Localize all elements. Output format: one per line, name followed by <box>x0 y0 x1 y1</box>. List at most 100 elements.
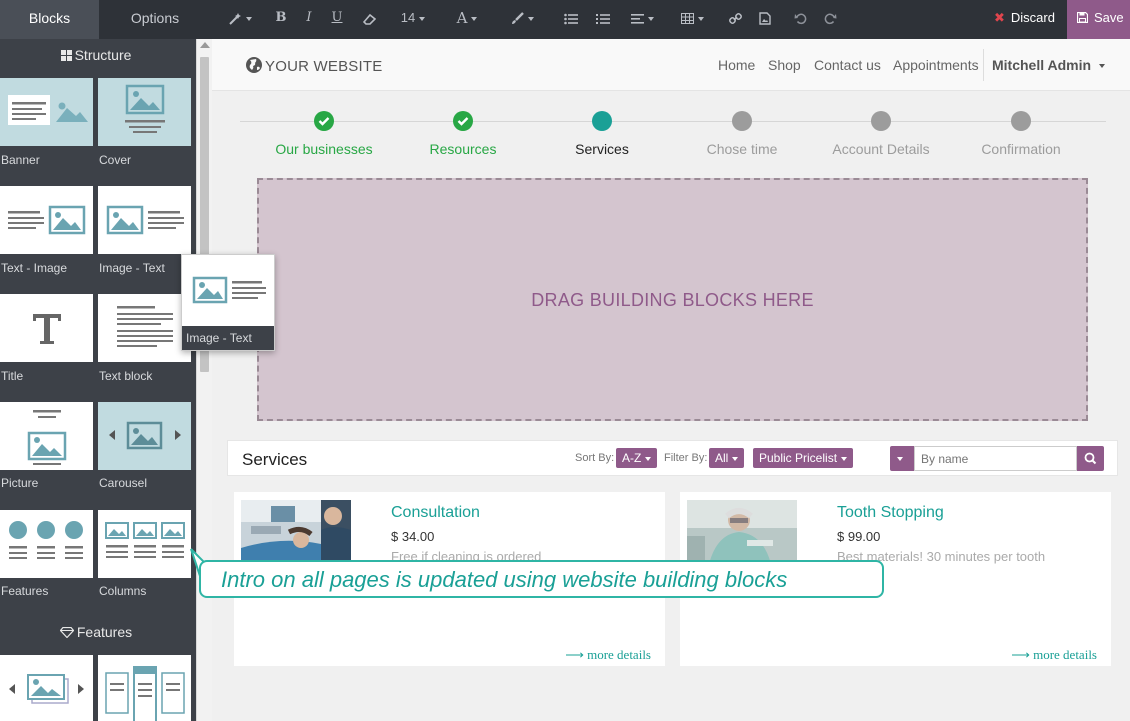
block-text-image[interactable] <box>0 186 93 254</box>
image-button[interactable] <box>756 8 774 28</box>
step-confirmation-label: Confirmation <box>981 141 1061 157</box>
snippet-panel-scrollbar[interactable] <box>196 39 212 721</box>
banner-thumbnail-icon <box>8 95 88 125</box>
block-text-block-label: Text block <box>99 369 153 383</box>
cover-thumbnail-icon <box>125 84 165 133</box>
magic-wand-button[interactable] <box>226 8 254 28</box>
block-columns-label: Columns <box>99 584 147 598</box>
numbered-list-button[interactable] <box>594 8 612 28</box>
bullet-list-button[interactable] <box>562 8 580 28</box>
tab-options[interactable]: Options <box>99 0 211 39</box>
table-dropdown[interactable] <box>676 8 708 28</box>
pricelist-dropdown[interactable]: Public Pricelist <box>753 448 854 468</box>
step-chose-time-dot <box>732 111 752 131</box>
block-picture-label: Picture <box>1 476 39 490</box>
nav-shop[interactable]: Shop <box>768 57 801 73</box>
step-account-details-label: Account Details <box>832 141 930 157</box>
block-image-text-label: Image - Text <box>99 261 165 275</box>
bold-button[interactable]: B <box>272 8 290 28</box>
block-title-label: Title <box>1 369 24 383</box>
search-icon <box>1084 452 1097 465</box>
step-resources-label[interactable]: Resources <box>383 141 543 157</box>
block-cover-label: Cover <box>99 153 132 167</box>
undo-button[interactable] <box>791 8 809 28</box>
service-image-tooth-stopping[interactable] <box>687 500 797 564</box>
picture-thumbnail-icon <box>27 410 67 465</box>
nav-contact-us[interactable]: Contact us <box>814 57 881 73</box>
title-thumbnail-icon <box>33 314 61 344</box>
more-details-link-tooth-stopping[interactable]: ⟶ more details <box>1011 647 1097 663</box>
nav-appointments[interactable]: Appointments <box>893 57 979 73</box>
step-our-businesses-dot[interactable] <box>314 111 334 131</box>
user-menu[interactable]: Mitchell Admin <box>992 57 1106 73</box>
columns-thumbnail-icon <box>105 522 185 558</box>
dentist-photo-icon <box>687 500 797 564</box>
block-features[interactable] <box>0 510 93 578</box>
scroll-up-arrow-icon[interactable] <box>200 42 210 48</box>
block-banner[interactable] <box>0 78 93 146</box>
block-text-image-label: Text - Image <box>1 261 68 275</box>
annotation-callout: Intro on all pages is updated using webs… <box>199 560 884 598</box>
save-button[interactable]: Save <box>1067 0 1130 39</box>
dentist-photo-icon <box>241 500 351 564</box>
website-logo[interactable]: YOUR WEBSITE <box>245 56 382 75</box>
snippet-panel: Structure Banner Cover Text - Image Imag… <box>0 39 212 721</box>
underline-button[interactable]: U <box>328 8 346 28</box>
grid-icon <box>60 50 72 61</box>
tab-blocks[interactable]: Blocks <box>0 0 99 39</box>
structure-section-title: Structure <box>0 47 192 63</box>
step-confirmation-dot <box>1011 111 1031 131</box>
block-cover[interactable] <box>98 78 191 146</box>
undo-icon <box>794 13 806 25</box>
dragging-block-image-text[interactable]: Image - Text <box>181 254 275 351</box>
dragging-block-label: Image - Text <box>182 326 274 350</box>
font-size-dropdown[interactable]: 14 <box>396 8 430 28</box>
font-color-button[interactable]: A <box>452 8 482 28</box>
arrow-right-icon: ⟶ <box>565 647 584 662</box>
step-our-businesses-label[interactable]: Our businesses <box>244 141 404 157</box>
paragraph-align-dropdown[interactable] <box>626 8 658 28</box>
comparisons-thumbnail-icon <box>105 666 185 721</box>
block-carousel[interactable] <box>98 402 191 470</box>
search-button[interactable] <box>1077 446 1104 471</box>
link-button[interactable] <box>726 8 744 28</box>
italic-button[interactable]: I <box>300 8 318 28</box>
check-icon <box>457 117 469 126</box>
steps-progress-line <box>240 121 1106 122</box>
step-resources-dot[interactable] <box>453 111 473 131</box>
align-left-icon <box>630 13 644 24</box>
highlight-color-button[interactable] <box>506 8 538 28</box>
block-text-block[interactable] <box>98 294 191 362</box>
table-icon <box>680 13 694 25</box>
arrow-right-icon: ⟶ <box>1011 647 1030 662</box>
block-image-gallery[interactable] <box>0 655 93 721</box>
filter-by-dropdown[interactable]: All <box>709 448 745 468</box>
block-title[interactable] <box>0 294 93 362</box>
block-columns[interactable] <box>98 510 191 578</box>
nav-home[interactable]: Home <box>718 57 755 73</box>
block-picture[interactable] <box>0 402 93 470</box>
services-toolbar: Services Sort By: A-Z Filter By: All Pub… <box>227 440 1118 476</box>
eraser-button[interactable] <box>358 8 380 28</box>
diamond-icon <box>59 626 75 639</box>
image-text-thumbnail-icon <box>192 276 266 304</box>
block-comparisons[interactable] <box>98 655 191 721</box>
service-title-tooth-stopping[interactable]: Tooth Stopping <box>837 504 944 522</box>
carousel-thumbnail-icon <box>109 421 181 450</box>
step-chose-time-label: Chose time <box>706 141 778 157</box>
discard-button[interactable]: ✖ Discard <box>984 0 1066 39</box>
block-banner-label: Banner <box>1 153 40 167</box>
sort-by-dropdown[interactable]: A-Z <box>616 448 658 468</box>
step-services-label: Services <box>575 141 629 157</box>
search-input[interactable] <box>914 446 1077 471</box>
eraser-icon <box>362 13 377 25</box>
building-blocks-dropzone[interactable]: DRAG BUILDING BLOCKS HERE <box>257 178 1088 421</box>
more-details-link-consultation[interactable]: ⟶ more details <box>565 647 651 663</box>
service-image-consultation[interactable] <box>241 500 351 564</box>
chevron-down-icon <box>897 457 903 461</box>
callout-text: Intro on all pages is updated using webs… <box>221 567 788 592</box>
block-image-text[interactable] <box>98 186 191 254</box>
redo-button[interactable] <box>821 8 839 28</box>
search-filter-toggle[interactable] <box>890 446 914 471</box>
service-title-consultation[interactable]: Consultation <box>391 504 480 522</box>
